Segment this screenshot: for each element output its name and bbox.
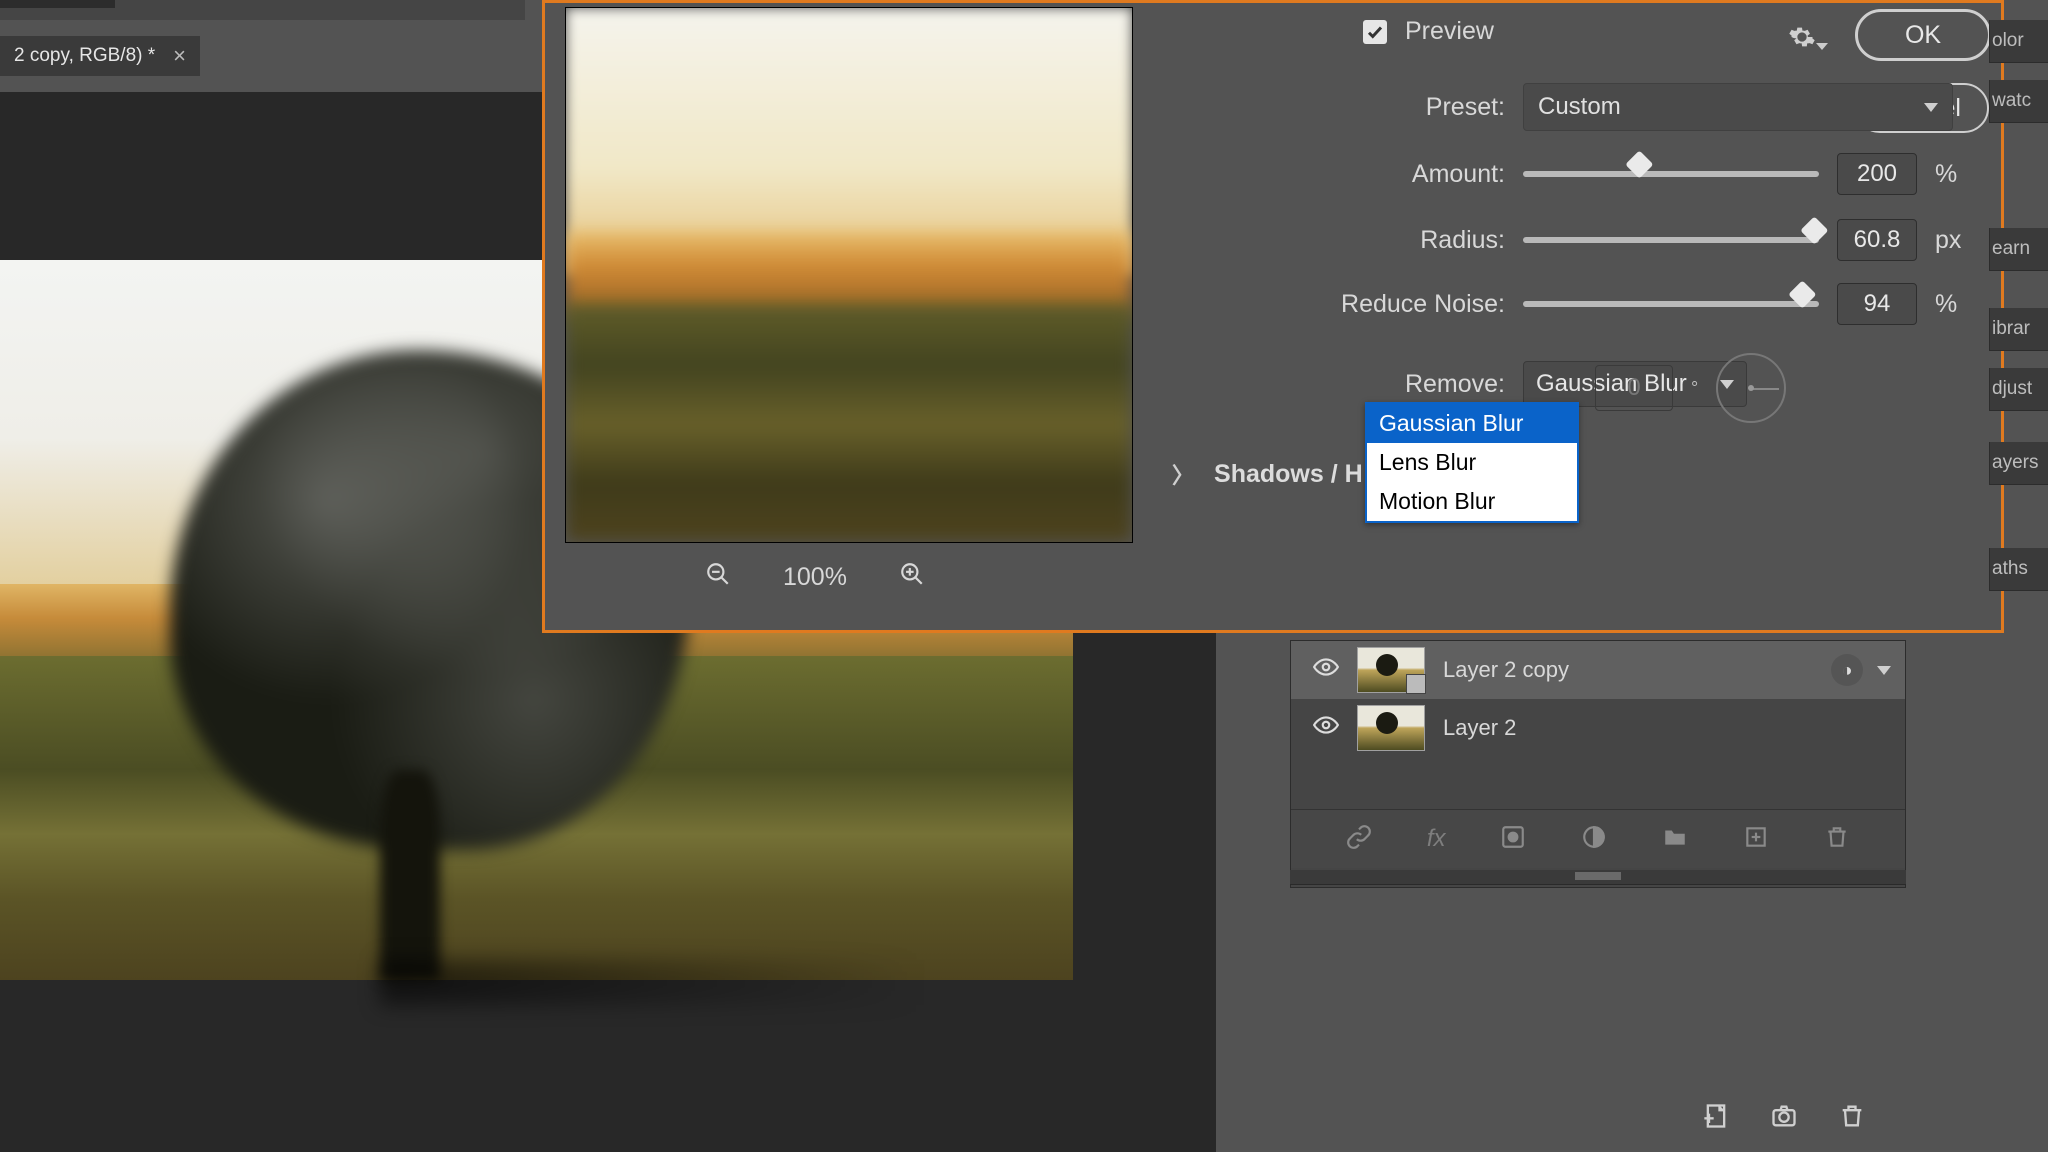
side-tab-swatches[interactable]: watc <box>1989 80 2048 123</box>
reduce-noise-row: Reduce Noise: 94 % <box>1225 283 1957 325</box>
layer-thumbnail[interactable] <box>1357 705 1425 751</box>
angle-dial[interactable] <box>1716 353 1786 423</box>
shadows-label: Shadows / H <box>1214 460 1363 489</box>
remove-option-motion[interactable]: Motion Blur <box>1367 482 1577 521</box>
layer-row[interactable]: Layer 2 copy ◑ <box>1291 641 1905 699</box>
options-bar-chip <box>0 0 115 8</box>
radius-input[interactable]: 60.8 <box>1837 219 1917 261</box>
side-tab-adjust[interactable]: djust <box>1989 368 2048 411</box>
trash-icon[interactable] <box>1838 1102 1866 1135</box>
amount-unit: % <box>1935 160 1957 189</box>
mask-icon[interactable] <box>1500 824 1526 855</box>
layer-row[interactable]: Layer 2 <box>1291 699 1905 757</box>
visibility-eye-icon[interactable] <box>1313 657 1339 683</box>
document-tab-title: 2 copy, RGB/8) * <box>14 45 155 67</box>
remove-label: Remove: <box>1225 370 1505 399</box>
trash-icon[interactable] <box>1824 824 1850 855</box>
amount-label: Amount: <box>1225 160 1505 189</box>
radius-slider[interactable] <box>1523 237 1819 243</box>
amount-row: Amount: 200 % <box>1225 153 1957 195</box>
remove-option-gaussian[interactable]: Gaussian Blur <box>1367 404 1577 443</box>
preview-checkbox[interactable] <box>1363 20 1387 44</box>
image-shadow <box>380 960 920 1005</box>
chevron-down-icon <box>1924 103 1938 112</box>
degree-icon: ° <box>1691 378 1698 399</box>
preview-thumbnail[interactable] <box>565 7 1133 543</box>
zoom-out-icon[interactable] <box>705 561 731 594</box>
angle-controls: 0 ° <box>1595 353 1786 423</box>
layer-actions-bar: fx <box>1291 809 1905 868</box>
history-bottom-bar <box>1290 1090 1906 1146</box>
radius-label: Radius: <box>1225 226 1505 255</box>
snapshot-icon[interactable] <box>1770 1102 1798 1135</box>
document-tab-strip: 2 copy, RGB/8) * × <box>0 36 200 76</box>
chevron-down-icon[interactable] <box>1877 666 1891 675</box>
document-tab[interactable]: 2 copy, RGB/8) * × <box>0 37 200 75</box>
close-tab-icon[interactable]: × <box>173 45 186 67</box>
preset-value: Custom <box>1538 93 1621 121</box>
visibility-eye-icon[interactable] <box>1313 715 1339 741</box>
reduce-noise-label: Reduce Noise: <box>1225 290 1505 319</box>
preset-row: Preset: Custom <box>1225 83 1953 131</box>
preset-dropdown[interactable]: Custom <box>1523 83 1953 131</box>
angle-input[interactable]: 0 <box>1595 365 1673 411</box>
preset-label: Preset: <box>1225 93 1505 122</box>
layer-thumbnail[interactable] <box>1357 647 1425 693</box>
remove-option-lens[interactable]: Lens Blur <box>1367 443 1577 482</box>
preview-label: Preview <box>1405 17 1494 46</box>
smart-sharpen-dialog: 100% Preview OK Cancel Preset: Custom Am… <box>542 0 2004 633</box>
side-tab-learn[interactable]: earn <box>1989 228 2048 271</box>
group-icon[interactable] <box>1662 824 1688 855</box>
zoom-value: 100% <box>783 563 847 592</box>
reduce-noise-unit: % <box>1935 290 1957 319</box>
settings-menu-button[interactable] <box>1788 23 1816 56</box>
settings-caret-icon <box>1816 43 1828 50</box>
reduce-noise-slider[interactable] <box>1523 301 1819 307</box>
amount-slider[interactable] <box>1523 171 1819 177</box>
side-tab-color[interactable]: olor <box>1989 20 2048 63</box>
preview-toggle[interactable]: Preview <box>1363 17 1693 46</box>
ok-button[interactable]: OK <box>1855 9 1991 61</box>
shadows-highlights-toggle[interactable]: 〉 Shadows / H <box>1172 458 1363 490</box>
adjustment-layer-icon[interactable] <box>1581 824 1607 855</box>
amount-input[interactable]: 200 <box>1837 153 1917 195</box>
smart-filter-icon[interactable]: ◑ <box>1831 654 1863 686</box>
layer-name[interactable]: Layer 2 copy <box>1443 657 1569 683</box>
zoom-controls: 100% <box>705 553 1005 601</box>
remove-dropdown-menu: Gaussian Blur Lens Blur Motion Blur <box>1365 402 1579 523</box>
zoom-in-icon[interactable] <box>899 561 925 594</box>
new-layer-icon[interactable] <box>1743 824 1769 855</box>
radius-row: Radius: 60.8 px <box>1225 219 1961 261</box>
radius-unit: px <box>1935 226 1961 255</box>
fx-icon[interactable]: fx <box>1427 825 1446 853</box>
side-tab-layers[interactable]: ayers <box>1989 442 2048 485</box>
side-tab-paths[interactable]: aths <box>1989 548 2048 591</box>
image-trunk <box>380 770 440 980</box>
link-layers-icon[interactable] <box>1346 824 1372 855</box>
panel-grip[interactable] <box>1575 872 1621 880</box>
layer-name[interactable]: Layer 2 <box>1443 715 1516 741</box>
reduce-noise-input[interactable]: 94 <box>1837 283 1917 325</box>
new-document-icon[interactable] <box>1702 1102 1730 1135</box>
layers-list: Layer 2 copy ◑ Layer 2 fx <box>1290 640 1906 888</box>
chevron-right-icon: 〉 <box>1172 458 1194 490</box>
side-tab-libraries[interactable]: ibrar <box>1989 308 2048 351</box>
layers-panel: Layer 2 copy ◑ Layer 2 fx <box>1290 640 1906 1140</box>
